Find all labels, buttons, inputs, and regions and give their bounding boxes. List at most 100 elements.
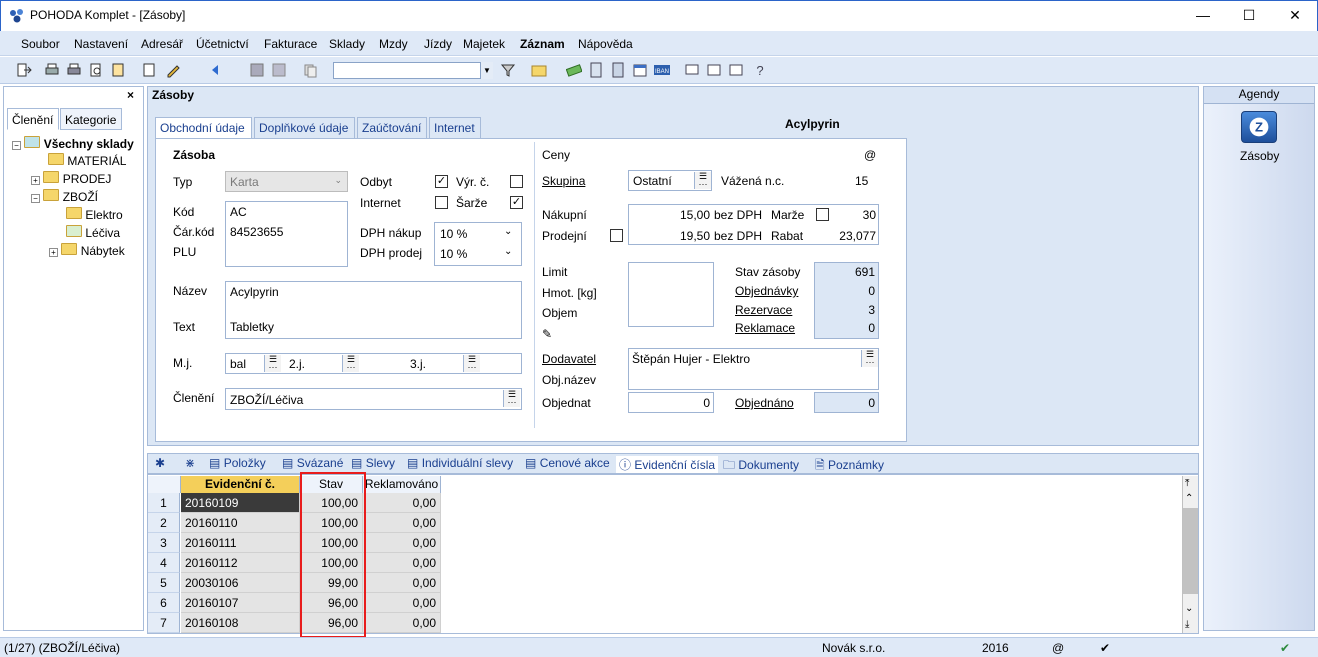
menu-fakturace[interactable]: Fakturace (264, 37, 317, 51)
agenda-item-zasoby[interactable]: Zásoby (1240, 149, 1279, 163)
nazev-input[interactable]: Acylpyrin (230, 285, 279, 299)
text-input[interactable]: Tabletky (230, 320, 274, 334)
rezervace-link[interactable]: Rezervace (735, 303, 792, 317)
scroll-thumb[interactable] (1183, 508, 1198, 594)
cell-reklamovano[interactable]: 0,00 (363, 493, 441, 513)
report-icon[interactable] (110, 62, 126, 78)
prodejni-input[interactable]: 19,50 (632, 229, 710, 243)
list-icon[interactable]: ☰ ··· (503, 390, 520, 407)
row-number[interactable]: 3 (148, 533, 180, 553)
menu-zaznam[interactable]: Záznam (520, 37, 565, 51)
limit-group[interactable] (628, 262, 714, 327)
cell-evidencni[interactable]: 20160112 (181, 553, 300, 573)
filter-icon[interactable] (500, 62, 516, 78)
exit-icon[interactable] (16, 62, 32, 78)
copy-icon[interactable] (302, 62, 318, 78)
collapse-icon[interactable]: − (12, 141, 21, 150)
calculator2-icon[interactable] (610, 62, 626, 78)
cell-reklamovano[interactable]: 0,00 (363, 573, 441, 593)
list-icon[interactable]: ☰ ··· (264, 355, 281, 372)
skupina-label[interactable]: Skupina (542, 174, 585, 188)
expand-icon[interactable]: + (49, 248, 58, 257)
menu-jizdy[interactable]: Jízdy (424, 37, 452, 51)
row-number[interactable]: 2 (148, 513, 180, 533)
objednavky-link[interactable]: Objednávky (735, 284, 798, 298)
close-icon[interactable]: × (127, 88, 134, 102)
menu-nastaveni[interactable]: Nastavení (74, 37, 128, 51)
row-number[interactable]: 4 (148, 553, 180, 573)
vyrc-checkbox[interactable] (510, 175, 523, 188)
calculator-icon[interactable] (588, 62, 604, 78)
maximize-button[interactable]: ☐ (1226, 0, 1272, 31)
kod-input[interactable]: AC (230, 205, 247, 219)
iban-icon[interactable]: IBAN (654, 62, 670, 78)
list-icon[interactable]: ☰ ··· (861, 350, 878, 367)
list-icon[interactable] (706, 62, 722, 78)
print-icon[interactable] (44, 62, 60, 78)
asterisk-icon[interactable]: ✱ (155, 456, 165, 470)
chevron-down-icon[interactable]: ⌄ (504, 226, 512, 237)
typ-select[interactable]: Karta ⌄ (225, 171, 348, 192)
reklamace-link[interactable]: Reklamace (735, 321, 795, 335)
cell-evidencni[interactable]: 20160107 (181, 593, 300, 613)
message-icon[interactable] (684, 62, 700, 78)
help-icon[interactable]: ? (752, 62, 768, 78)
row-number[interactable]: 6 (148, 593, 180, 613)
tab-obchodni-udaje[interactable]: Obchodní údaje (155, 117, 252, 139)
tab-kategorie[interactable]: Kategorie (60, 108, 122, 130)
menu-napoveda[interactable]: Nápověda (578, 37, 633, 51)
cell-reklamovano[interactable]: 0,00 (363, 553, 441, 573)
cell-evidencni[interactable]: 20160109 (181, 493, 300, 513)
tree-item-nabytek[interactable]: + Nábytek (49, 243, 125, 258)
carkod-input[interactable]: 84523655 (230, 225, 283, 239)
nakupni-input[interactable]: 15,00 (632, 208, 710, 222)
scroll-up-icon[interactable]: ⌃ (1185, 493, 1193, 504)
money-icon[interactable] (566, 62, 582, 78)
preview-icon[interactable] (88, 62, 104, 78)
row-number[interactable]: 1 (148, 493, 180, 513)
mj-input[interactable]: bal (230, 357, 246, 371)
list-icon[interactable]: ☰ ··· (342, 355, 359, 372)
new-record-icon[interactable] (141, 62, 157, 78)
dodavatel-link[interactable]: Dodavatel (542, 352, 596, 366)
chevron-down-icon[interactable]: ⌄ (504, 246, 512, 257)
row-number[interactable]: 7 (148, 613, 180, 633)
at-icon[interactable]: @ (864, 148, 876, 162)
scroll-bottom-icon[interactable]: ⤓ (1185, 619, 1189, 630)
dph-prodej-select[interactable]: 10 % (440, 247, 467, 261)
open-folder-icon[interactable] (531, 62, 547, 78)
tree-item-elektro[interactable]: Elektro (66, 207, 123, 222)
column-header-evidencni[interactable]: Evidenční č. (181, 476, 300, 493)
list-icon[interactable]: ☰ ··· (463, 355, 480, 372)
cell-evidencni[interactable]: 20160108 (181, 613, 300, 633)
menu-majetek[interactable]: Majetek (463, 37, 505, 51)
tab-svazane[interactable]: ▤ Svázané (282, 456, 343, 470)
marze-input[interactable]: 30 (834, 208, 876, 222)
dodavatel-input[interactable]: Štěpán Hujer - Elektro (632, 352, 750, 366)
tab-polozky[interactable]: ▤ Položky (209, 456, 266, 470)
back-arrow-icon[interactable] (208, 62, 224, 78)
menu-mzdy[interactable]: Mzdy (379, 37, 408, 51)
tab-doplnkove-udaje[interactable]: Doplňkové údaje (254, 117, 355, 139)
sarze-checkbox[interactable]: ✓ (510, 196, 523, 209)
print-setup-icon[interactable] (66, 62, 82, 78)
column-header-reklamovano[interactable]: Reklamováno (363, 476, 441, 493)
scroll-down-icon[interactable]: ⌄ (1185, 603, 1193, 614)
menu-ucetnictvi[interactable]: Účetnictví (196, 37, 249, 51)
calc-icon[interactable]: ✎ (542, 327, 552, 341)
save-icon[interactable] (249, 62, 265, 78)
dph-nakup-select[interactable]: 10 % (440, 227, 467, 241)
objednano-link[interactable]: Objednáno (735, 396, 794, 410)
objednat-input[interactable]: 0 (632, 396, 710, 410)
collapse-icon[interactable]: − (31, 194, 40, 203)
chevron-down-icon[interactable]: ▼ (480, 62, 493, 79)
rabat-input[interactable]: 23,077 (834, 229, 876, 243)
tab-internet[interactable]: Internet (429, 117, 481, 139)
tab-slevy[interactable]: ▤ Slevy (351, 456, 395, 470)
tab-cleneni[interactable]: Členění (7, 108, 59, 130)
minimize-button[interactable]: — (1180, 0, 1226, 31)
internet-checkbox[interactable] (435, 196, 448, 209)
cell-evidencni[interactable]: 20030106 (181, 573, 300, 593)
cell-evidencni[interactable]: 20160110 (181, 513, 300, 533)
cell-reklamovano[interactable]: 0,00 (363, 593, 441, 613)
